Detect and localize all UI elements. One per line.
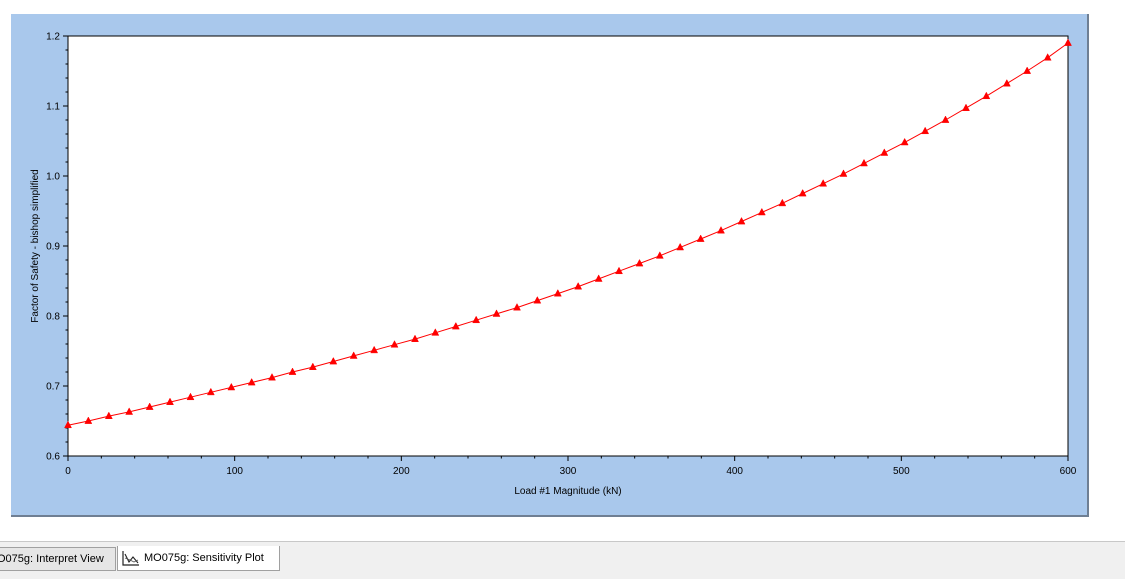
x-tick-label: 500 <box>893 466 910 477</box>
y-tick-label: 0.8 <box>46 312 60 323</box>
tab-sensitivity-plot-label: MO075g: Sensitivity Plot <box>144 552 264 564</box>
tab-interpret-view-label: O075g: Interpret View <box>0 553 104 565</box>
x-tick-label: 600 <box>1060 466 1077 477</box>
y-axis: 0.6 0.7 0.8 0.9 1.0 1.1 1.2 <box>46 32 68 463</box>
sensitivity-chart[interactable]: 0 100 200 300 400 500 600 0.6 0.7 0.8 0.9 1.0 1.1 1.… <box>0 0 1125 540</box>
y-axis-label: Factor of Safety - bishop simplified <box>30 169 41 322</box>
tab-sensitivity-plot[interactable]: MO075g: Sensitivity Plot <box>117 546 280 571</box>
line-graph-icon <box>122 551 139 566</box>
y-tick-label: 1.0 <box>46 172 60 183</box>
x-tick-label: 400 <box>726 466 743 477</box>
x-tick-label: 0 <box>65 466 71 477</box>
x-tick-label: 100 <box>226 466 243 477</box>
y-tick-label: 1.1 <box>46 102 60 113</box>
x-tick-label: 300 <box>560 466 577 477</box>
y-tick-label: 0.7 <box>46 382 60 393</box>
y-tick-label: 0.6 <box>46 452 60 463</box>
x-axis: 0 100 200 300 400 500 600 <box>65 456 1077 477</box>
tab-interpret-view[interactable]: O075g: Interpret View <box>0 547 116 571</box>
plot-area <box>67 35 1069 457</box>
x-tick-label: 200 <box>393 466 410 477</box>
x-axis-label: Load #1 Magnitude (kN) <box>514 486 621 497</box>
y-tick-label: 0.9 <box>46 242 60 253</box>
y-tick-label: 1.2 <box>46 32 60 43</box>
